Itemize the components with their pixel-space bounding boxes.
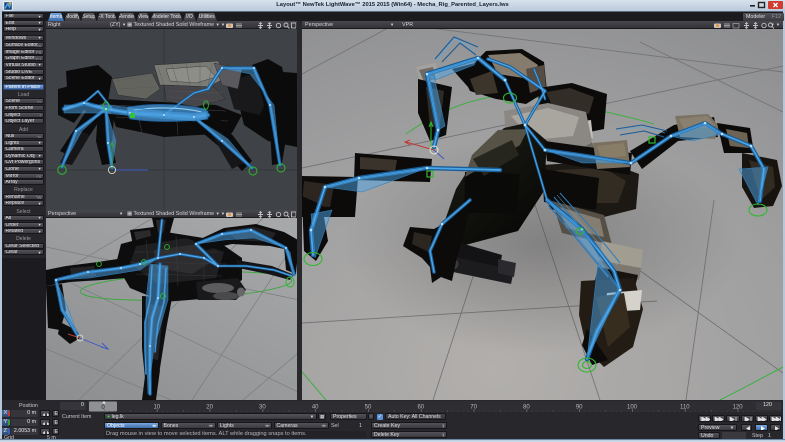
svg-text:60: 60 <box>417 404 424 410</box>
svg-text:70: 70 <box>470 404 477 410</box>
svg-text:20: 20 <box>206 404 213 410</box>
svg-text:80: 80 <box>523 404 530 410</box>
svg-text:30: 30 <box>259 404 266 410</box>
svg-text:90: 90 <box>576 404 583 410</box>
svg-text:100: 100 <box>627 404 638 410</box>
svg-text:110: 110 <box>680 404 690 410</box>
svg-text:50: 50 <box>365 404 372 410</box>
svg-text:120: 120 <box>733 404 744 410</box>
svg-text:40: 40 <box>312 404 319 410</box>
svg-text:10: 10 <box>153 404 160 410</box>
